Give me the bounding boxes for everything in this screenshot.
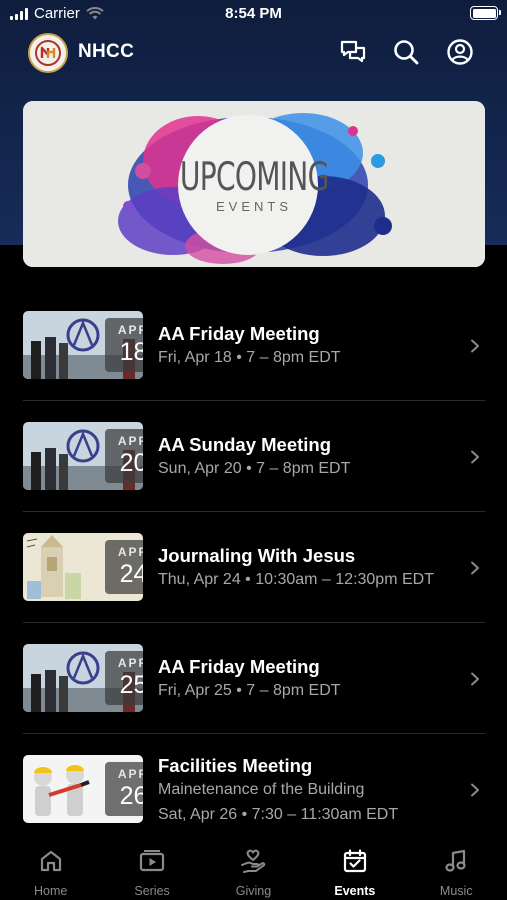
tab-giving[interactable]: Giving — [203, 842, 304, 900]
event-datetime: Thu, Apr 24 • 10:30am – 12:30pm EDT — [158, 571, 434, 588]
date-badge: APR20 — [105, 429, 143, 483]
tab-label: Series — [134, 884, 170, 898]
search-icon — [394, 40, 419, 65]
event-thumbnail: APR26 — [23, 755, 143, 823]
tab-events[interactable]: Events — [304, 842, 405, 900]
battery-icon — [470, 6, 501, 20]
chevron-right-icon — [471, 450, 479, 464]
status-time: 8:54 PM — [225, 5, 282, 22]
event-datetime: Sun, Apr 20 • 7 – 8pm EDT — [158, 460, 351, 477]
date-badge: APR24 — [105, 540, 143, 594]
banner-title: UPCOMING — [179, 155, 329, 200]
event-thumbnail: APR24 — [23, 533, 143, 601]
tab-label: Home — [34, 884, 68, 898]
church-logo[interactable] — [28, 33, 68, 73]
status-bar: Carrier 8:54 PM — [0, 0, 507, 28]
app-title: NHCC — [78, 41, 135, 62]
chevron-right-icon — [471, 672, 479, 686]
video-play-icon — [139, 850, 165, 872]
tab-home[interactable]: Home — [0, 842, 101, 900]
search-button[interactable] — [390, 36, 422, 68]
event-thumbnail: APR25 — [23, 644, 143, 712]
chat-button[interactable] — [337, 36, 369, 68]
giving-hand-icon — [241, 849, 266, 873]
upcoming-events-banner: UPCOMING EVENTS — [23, 101, 485, 267]
bottom-tab-bar: Home Series Giving Events Music — [0, 842, 507, 900]
chevron-right-icon — [471, 561, 479, 575]
tab-label: Events — [334, 884, 376, 898]
tab-music[interactable]: Music — [406, 842, 507, 900]
date-badge: APR26 — [105, 762, 143, 816]
event-title: AA Friday Meeting — [158, 323, 320, 344]
event-title: AA Sunday Meeting — [158, 434, 332, 455]
event-datetime: Sat, Apr 26 • 7:30 – 11:30am EDT — [158, 806, 399, 823]
event-row[interactable]: APR26 Facilities Meeting Mainetenance of… — [0, 734, 507, 834]
event-title: Facilities Meeting — [158, 755, 313, 776]
logo-mark-icon — [35, 40, 61, 66]
chevron-right-icon — [471, 783, 479, 797]
app-header: NHCC — [0, 30, 507, 76]
event-row[interactable]: APR18 AA Friday Meeting Fri, Apr 18 • 7 … — [0, 290, 507, 401]
home-icon — [40, 850, 61, 872]
event-row[interactable]: APR24 Journaling With Jesus Thu, Apr 24 … — [0, 512, 507, 623]
music-note-icon — [445, 849, 466, 872]
tab-series[interactable]: Series — [101, 842, 202, 900]
banner-subtitle: EVENTS — [215, 199, 292, 214]
event-thumbnail: APR18 — [23, 311, 143, 379]
chevron-right-icon — [471, 339, 479, 353]
event-description: Mainetenance of the Building — [158, 781, 365, 798]
date-badge: APR25 — [105, 651, 143, 705]
event-thumbnail: APR20 — [23, 422, 143, 490]
event-row[interactable]: APR25 AA Friday Meeting Fri, Apr 25 • 7 … — [0, 623, 507, 734]
date-badge: APR18 — [105, 318, 143, 372]
event-datetime: Fri, Apr 18 • 7 – 8pm EDT — [158, 349, 341, 366]
event-row[interactable]: APR20 AA Sunday Meeting Sun, Apr 20 • 7 … — [0, 401, 507, 512]
profile-button[interactable] — [444, 36, 476, 68]
calendar-icon — [343, 849, 366, 873]
chat-bubbles-icon — [340, 40, 366, 63]
tab-label: Giving — [235, 884, 272, 898]
event-title: AA Friday Meeting — [158, 656, 320, 677]
event-title: Journaling With Jesus — [158, 545, 356, 566]
user-profile-icon — [447, 39, 473, 65]
event-datetime: Fri, Apr 25 • 7 – 8pm EDT — [158, 682, 341, 699]
tab-label: Music — [439, 884, 473, 898]
